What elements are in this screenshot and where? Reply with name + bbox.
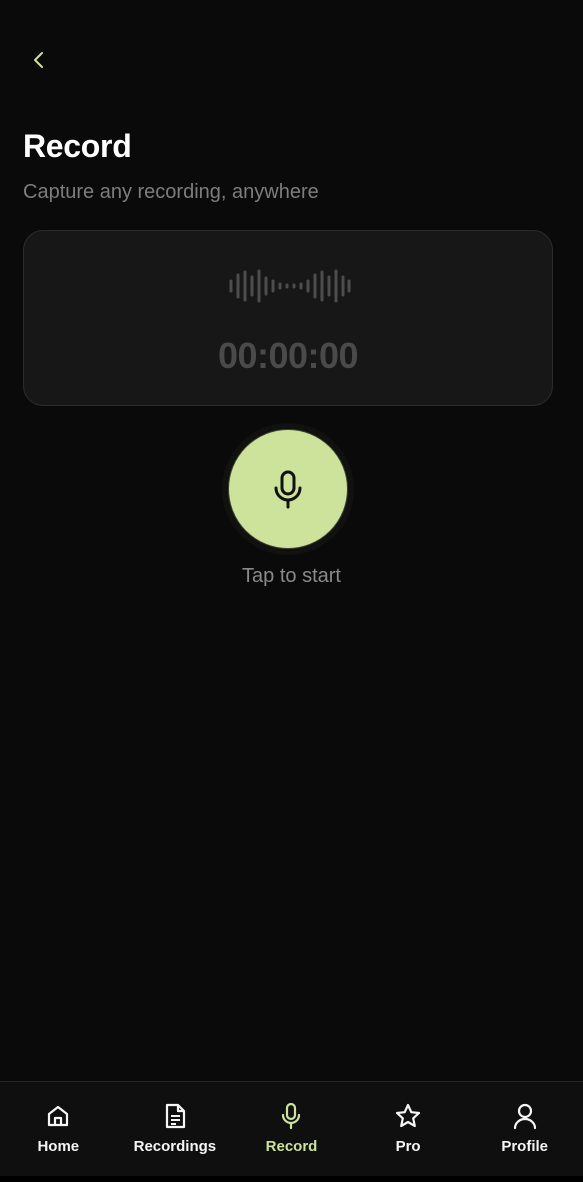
recording-card: 00:00:00 [23,230,553,406]
document-icon [161,1102,189,1130]
tab-label: Pro [395,1138,421,1155]
tap-to-start-hint: Tap to start [242,565,341,587]
tab-pro[interactable]: Pro [350,1082,467,1176]
waveform-icon [229,269,351,303]
record-button[interactable] [228,429,348,549]
microphone-icon [274,470,302,509]
tab-label: Recordings [133,1138,217,1155]
tab-recordings[interactable]: Recordings [117,1082,234,1176]
page-title: Record [23,128,132,164]
page-subtitle: Capture any recording, anywhere [23,181,319,203]
home-icon [44,1102,72,1130]
tab-label: Record [265,1138,318,1155]
tab-profile[interactable]: Profile [466,1082,583,1176]
tab-home[interactable]: Home [0,1082,117,1176]
tab-record[interactable]: Record [233,1082,350,1176]
back-button[interactable] [24,44,54,76]
bottom-tab-bar: Home Recordings Record Pro Profile [0,1081,583,1176]
home-indicator-area [0,1176,583,1182]
microphone-icon [277,1102,305,1130]
tab-label: Profile [501,1138,549,1155]
user-icon [511,1102,539,1130]
tab-label: Home [37,1138,80,1155]
chevron-left-icon [34,52,43,68]
star-icon [394,1102,422,1130]
recording-timer: 00:00:00 [217,335,359,376]
